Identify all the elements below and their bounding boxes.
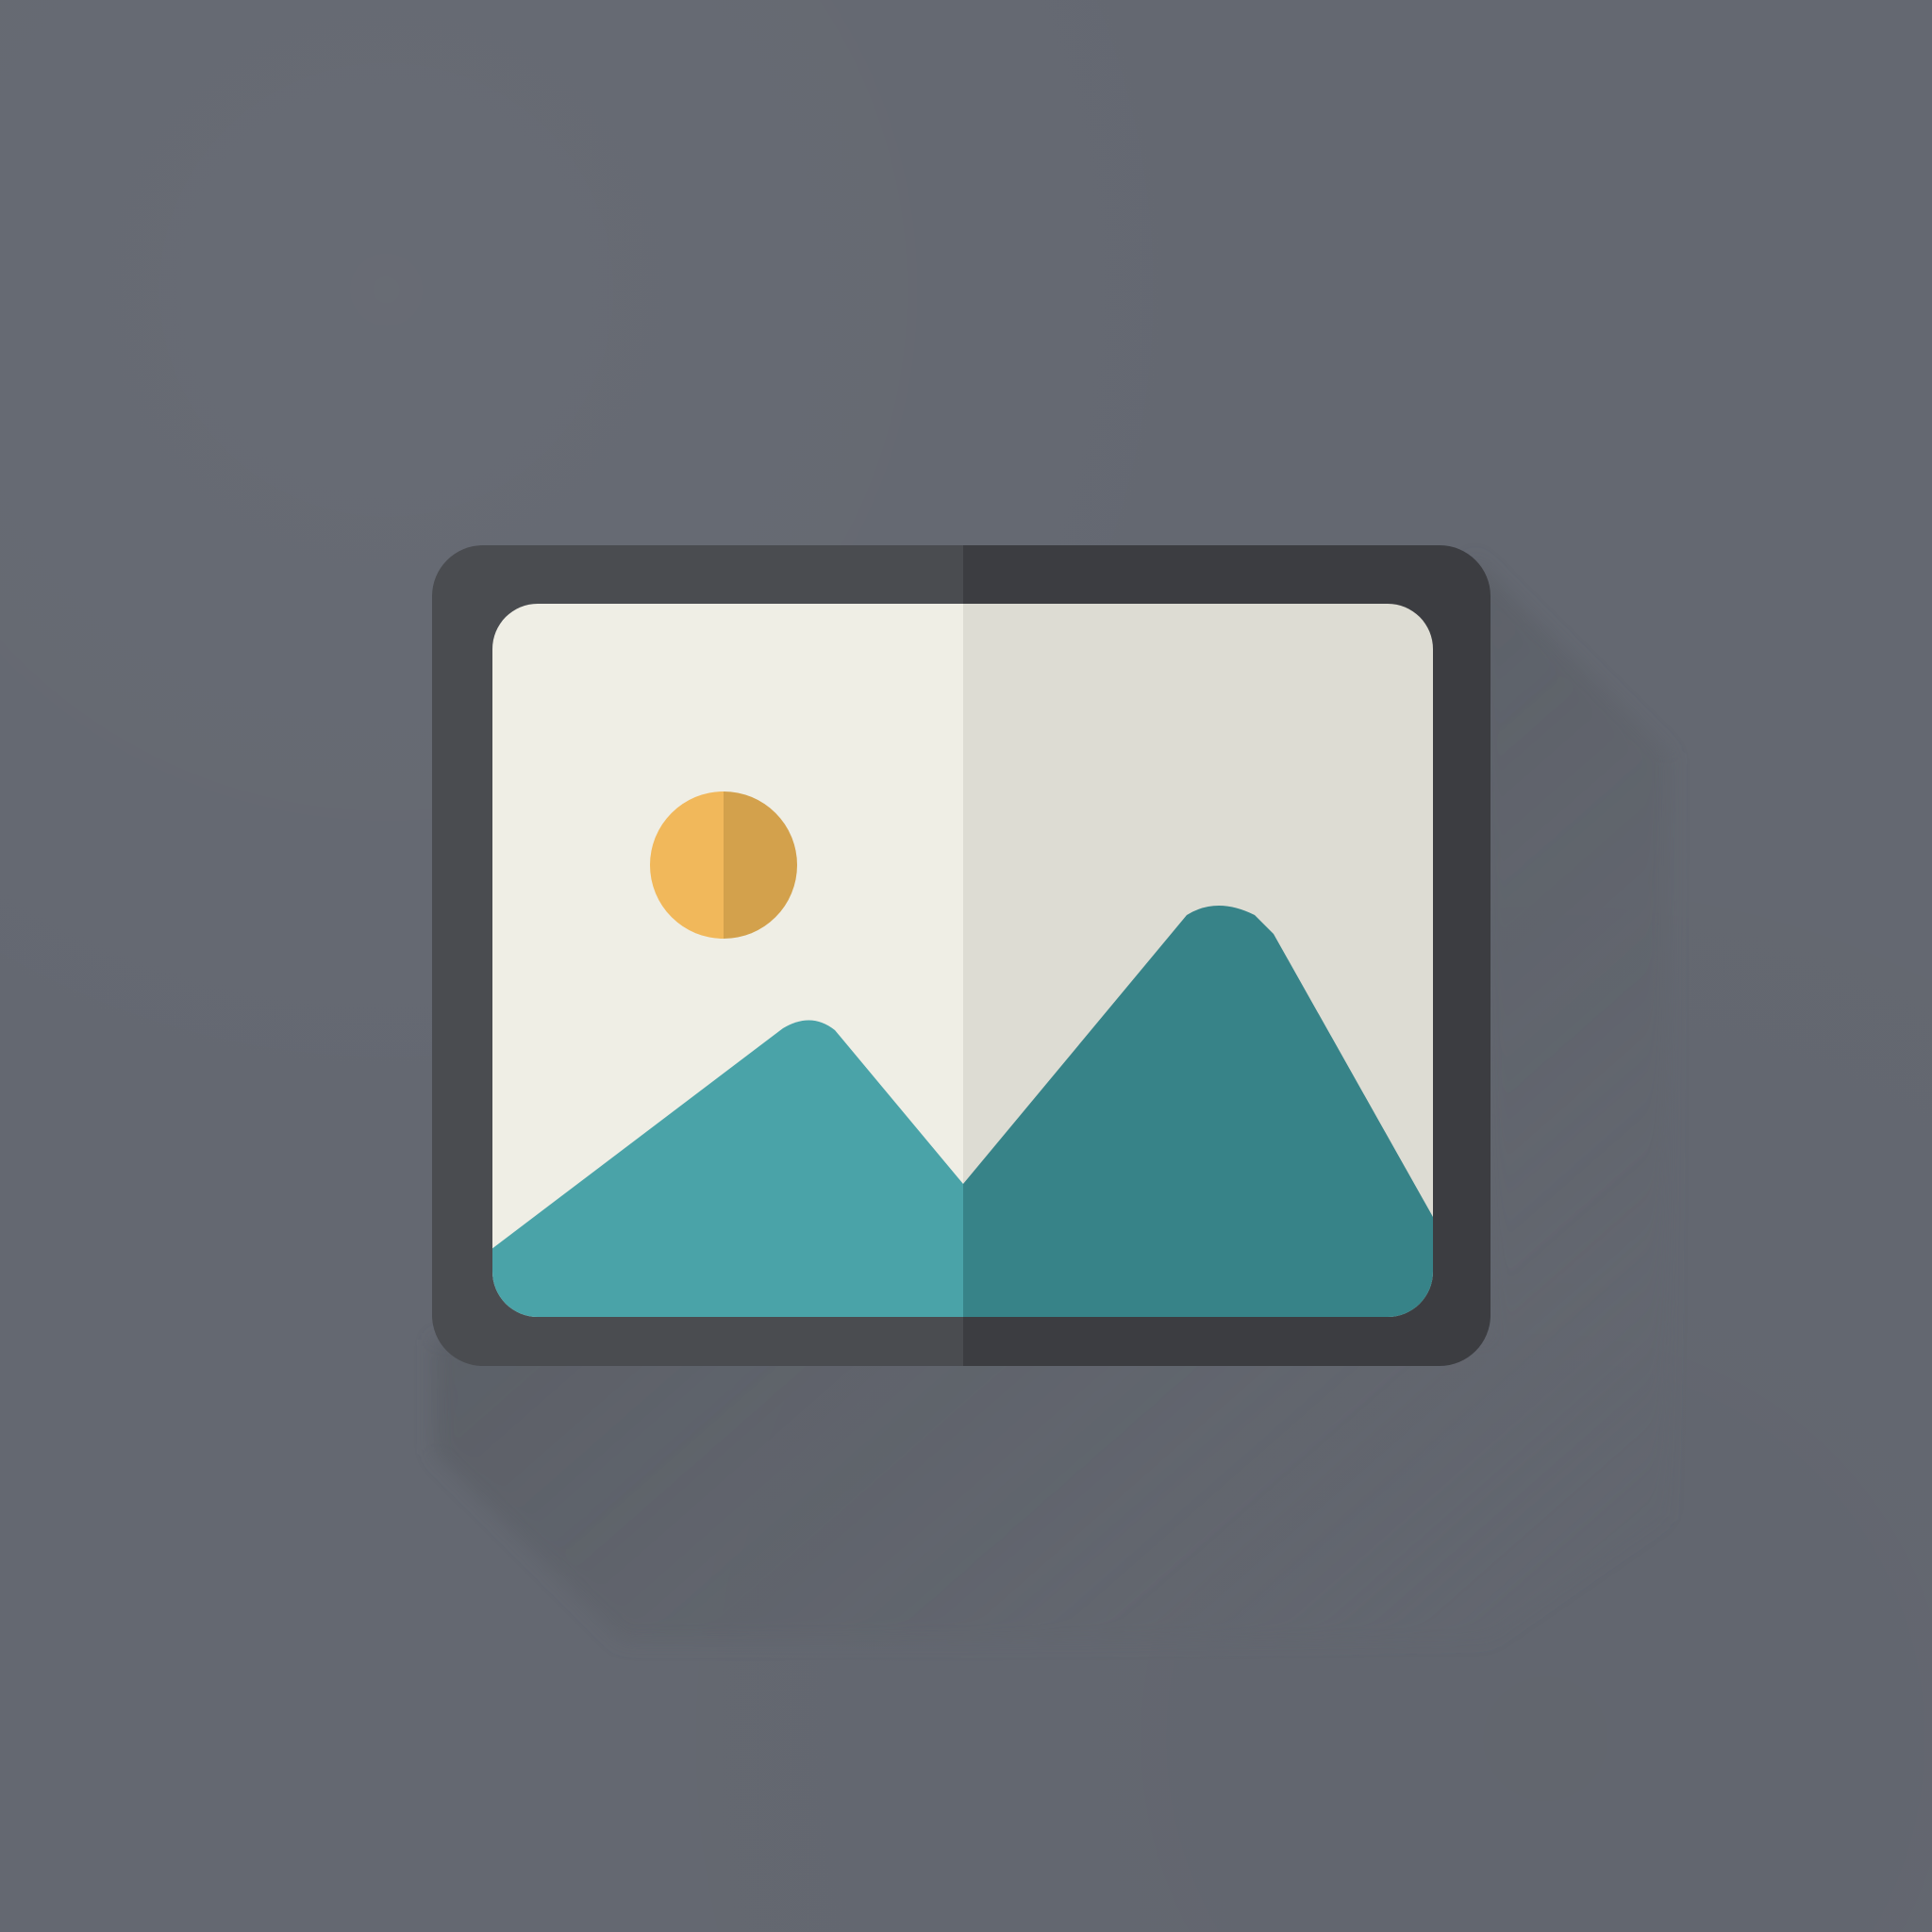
sun-icon <box>650 791 797 939</box>
screen-area <box>492 604 1433 1317</box>
icon-canvas <box>0 0 1932 1932</box>
image-placeholder-icon <box>432 545 1670 1641</box>
